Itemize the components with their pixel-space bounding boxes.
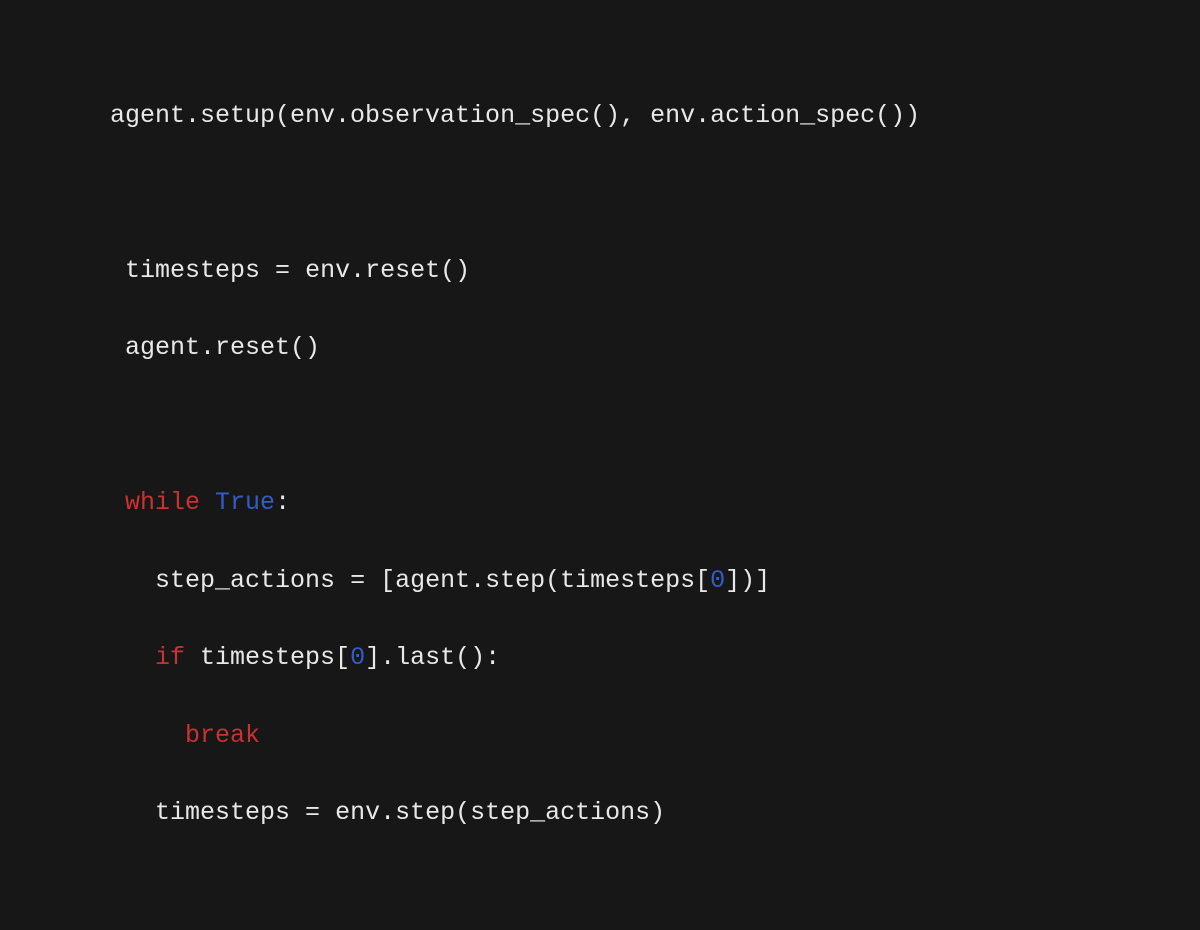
code-line-4: agent.reset() — [110, 329, 1090, 368]
code-line-1: agent.setup(env.observation_spec(), env.… — [110, 97, 1090, 136]
indent — [110, 798, 155, 827]
code-line-9: break — [110, 717, 1090, 756]
code-text: timesteps — [155, 798, 305, 827]
space — [200, 488, 215, 517]
operator-equals: = — [275, 256, 290, 285]
keyword-if: if — [155, 643, 185, 672]
keyword-while: while — [125, 488, 200, 517]
constant-true: True — [215, 488, 275, 517]
indent — [110, 488, 125, 517]
code-text: ])] — [725, 566, 770, 595]
code-line-blank — [110, 174, 1090, 213]
indent — [110, 256, 125, 285]
code-line-8: if timesteps[0].last(): — [110, 639, 1090, 678]
code-text: agent.reset() — [125, 333, 320, 362]
code-text: step_actions — [155, 566, 350, 595]
number-zero: 0 — [350, 643, 365, 672]
indent — [110, 566, 155, 595]
code-text: agent.setup(env.observation_spec(), env.… — [110, 101, 920, 130]
code-text: [agent.step(timesteps[ — [365, 566, 710, 595]
code-snippet: agent.setup(env.observation_spec(), env.… — [0, 0, 1200, 930]
code-line-7: step_actions = [agent.step(timesteps[0])… — [110, 562, 1090, 601]
operator-equals: = — [350, 566, 365, 595]
indent — [110, 721, 185, 750]
code-line-6: while True: — [110, 484, 1090, 523]
operator-equals: = — [305, 798, 320, 827]
indent — [110, 333, 125, 362]
code-line-3: timesteps = env.reset() — [110, 252, 1090, 291]
code-line-blank — [110, 407, 1090, 446]
indent — [110, 643, 155, 672]
colon: : — [275, 488, 290, 517]
code-text: timesteps — [125, 256, 275, 285]
code-text: env.step(step_actions) — [320, 798, 665, 827]
keyword-break: break — [185, 721, 260, 750]
code-text: env.reset() — [290, 256, 470, 285]
code-line-10: timesteps = env.step(step_actions) — [110, 794, 1090, 833]
code-text: timesteps[ — [185, 643, 350, 672]
code-text: ].last(): — [365, 643, 500, 672]
number-zero: 0 — [710, 566, 725, 595]
